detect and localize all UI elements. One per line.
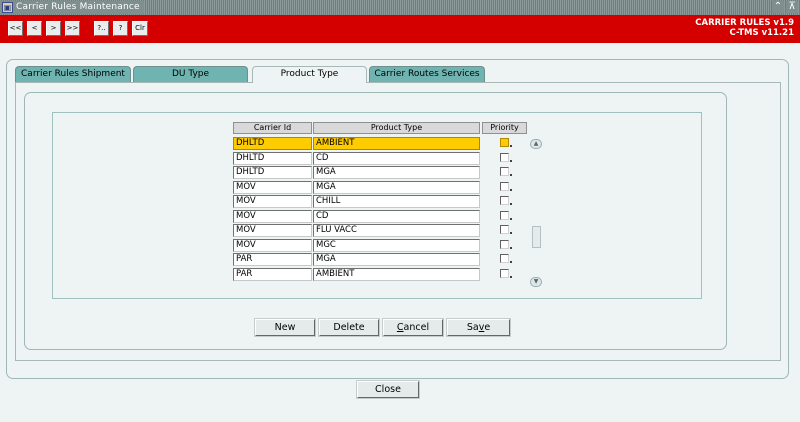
toolbar: << < > >> ?.. ? Clr CARRIER RULES v1.9 C… [0,15,800,43]
tab-carrier-rules-shipment[interactable]: Carrier Rules Shipment [15,66,131,82]
row-marker [510,159,512,162]
minimize-icon[interactable]: ⌃ [772,1,784,13]
row-marker [510,203,512,205]
version-line-2: C-TMS v11.21 [729,28,794,38]
cell-product-type[interactable]: MGA [313,166,480,179]
row-marker [510,145,512,147]
window-titlebar: Carrier Rules Maintenance ▣ ⌃ ⊼ [0,0,800,15]
row-marker [510,217,512,220]
row-marker [510,246,512,249]
cell-product-type[interactable]: MGA [313,180,480,194]
priority-checkbox[interactable] [500,225,509,234]
app-icon: ▣ [2,2,13,13]
first-record-button[interactable]: << [8,21,23,36]
last-record-button[interactable]: >> [65,21,80,36]
version-label: CARRIER RULES v1.9 C-TMS v11.21 [695,18,794,38]
cell-product-type[interactable]: MGA [313,253,480,266]
priority-checkbox[interactable] [500,196,509,205]
cell-product-type[interactable]: CHILL [313,195,480,208]
query-button[interactable]: ?.. [94,21,109,36]
tab-du-type[interactable]: DU Type [133,66,248,82]
priority-checkbox[interactable] [500,181,509,191]
help-button[interactable]: ? [113,21,128,36]
maximize-icon[interactable]: ⊼ [786,1,798,13]
cell-product-type[interactable]: FLU VACC [313,224,480,237]
cell-product-type[interactable]: AMBIENT [313,137,480,150]
row-marker [510,174,512,176]
header-product-type[interactable]: Product Type [313,122,480,134]
row-marker [510,275,512,278]
cell-carrier-id[interactable]: DHLTD [233,151,312,165]
cancel-mnemonic: C [396,322,404,333]
cell-carrier-id[interactable]: MOV [233,195,312,208]
tab-product-type[interactable]: Product Type [252,66,367,83]
priority-checkbox[interactable] [500,138,509,147]
save-label-start: Sa [466,322,479,333]
cell-carrier-id[interactable]: MOV [233,224,312,237]
priority-checkbox[interactable] [500,268,509,278]
version-line-1: CARRIER RULES v1.9 [695,18,794,28]
row-marker [510,188,512,191]
tab-carrier-routes-services[interactable]: Carrier Routes Services [369,66,485,82]
scroll-down-icon[interactable]: ▼ [530,277,542,287]
cell-carrier-id[interactable]: MOV [233,238,312,252]
clear-button[interactable]: Clr [132,21,148,36]
priority-checkbox[interactable] [500,210,509,220]
row-marker [510,261,512,263]
scroll-thumb[interactable] [532,226,541,248]
cell-product-type[interactable]: CD [313,209,480,223]
cell-carrier-id[interactable]: MOV [233,209,312,223]
cell-carrier-id[interactable]: DHLTD [233,137,312,150]
header-carrier-id[interactable]: Carrier Id [233,122,312,134]
cancel-button[interactable]: Cancel [382,318,444,337]
row-marker [510,232,512,234]
prev-record-button[interactable]: < [27,21,42,36]
header-priority[interactable]: Priority [482,122,527,134]
save-button[interactable]: Save [446,318,511,337]
cell-product-type[interactable]: CD [313,151,480,165]
new-button[interactable]: New [254,318,316,337]
cell-carrier-id[interactable]: PAR [233,253,312,266]
cell-product-type[interactable]: AMBIENT [313,267,480,281]
priority-checkbox[interactable] [500,239,509,249]
delete-button[interactable]: Delete [318,318,380,337]
priority-checkbox[interactable] [500,254,509,263]
window-title: Carrier Rules Maintenance [0,1,144,14]
priority-checkbox[interactable] [500,167,509,176]
cell-product-type[interactable]: MGC [313,238,480,252]
close-button[interactable]: Close [356,380,420,399]
next-record-button[interactable]: > [46,21,61,36]
cancel-label: ancel [403,322,430,333]
cell-carrier-id[interactable]: DHLTD [233,166,312,179]
save-label-end: e [484,322,491,333]
cell-carrier-id[interactable]: MOV [233,180,312,194]
priority-checkbox[interactable] [500,152,509,162]
cell-carrier-id[interactable]: PAR [233,267,312,281]
scroll-up-icon[interactable]: ▲ [530,139,542,149]
